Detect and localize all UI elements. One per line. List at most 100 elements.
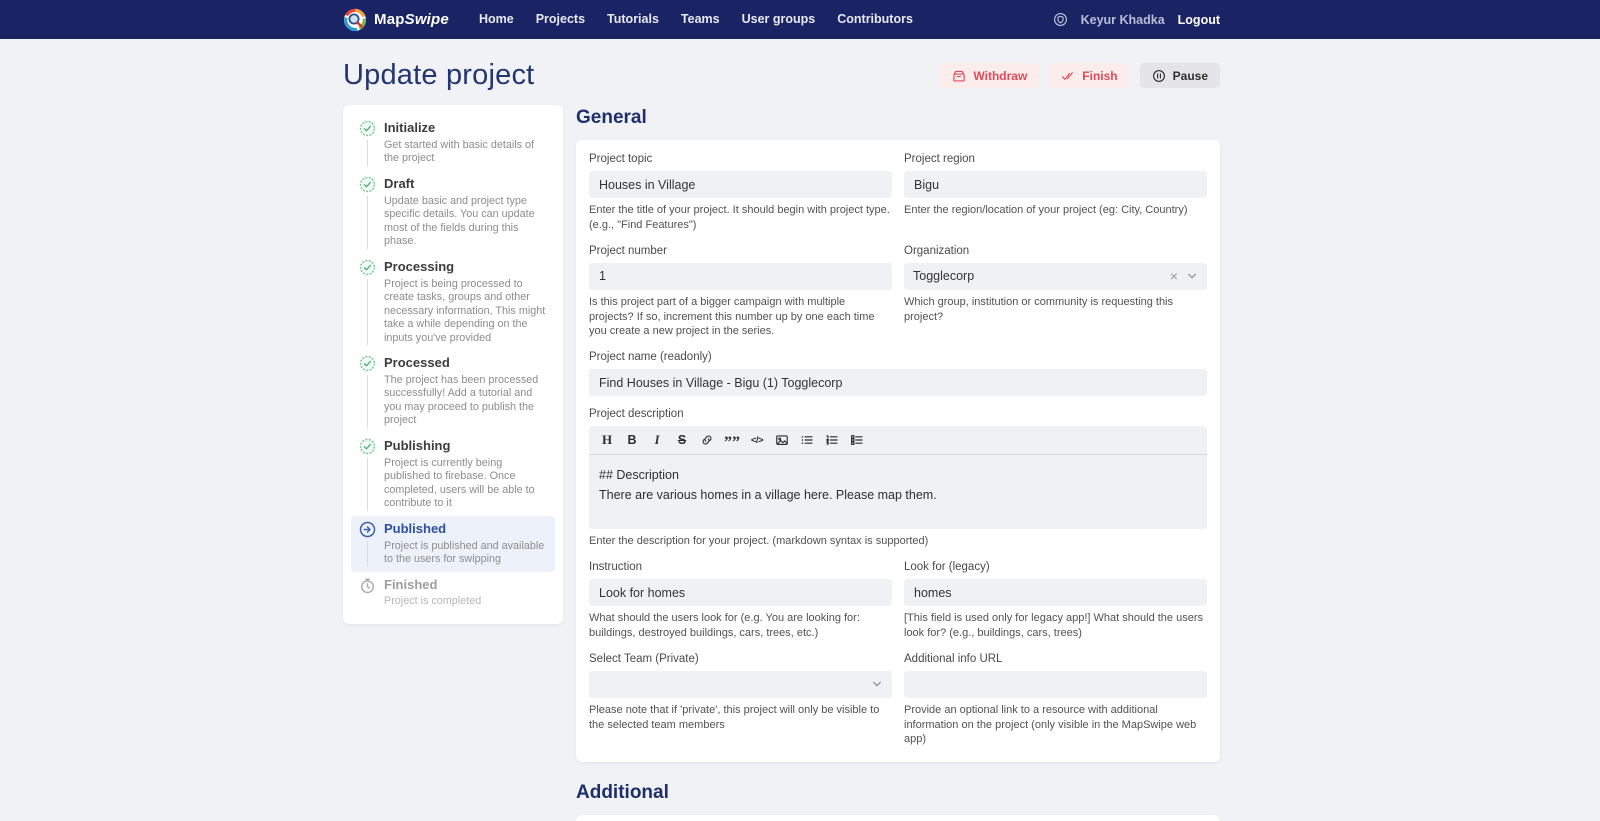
ordered-list-icon[interactable] — [821, 431, 843, 449]
withdraw-button[interactable]: Withdraw — [940, 63, 1040, 88]
markdown-content[interactable]: ## Description There are various homes i… — [589, 455, 1207, 529]
pause-button-label: Pause — [1172, 68, 1208, 83]
step-description: The project has been processed successfu… — [384, 373, 539, 427]
image-icon[interactable] — [771, 431, 793, 449]
logout-link[interactable]: Logout — [1178, 13, 1220, 27]
heading-icon[interactable]: H — [596, 431, 618, 449]
bold-icon[interactable]: B — [621, 431, 643, 449]
project-region-help: Enter the region/location of your projec… — [904, 204, 1188, 216]
chevron-down-icon[interactable] — [871, 678, 883, 690]
instruction-help: What should the users look for (e.g. You… — [589, 612, 860, 639]
unordered-list-icon[interactable] — [796, 431, 818, 449]
step-initialize[interactable]: Initialize Get started with basic details… — [351, 115, 555, 171]
step-icon-column — [358, 120, 376, 166]
step-description: Project is currently being published to … — [384, 456, 535, 510]
nav-item-teams[interactable]: Teams — [681, 0, 720, 39]
pause-button[interactable]: Pause — [1139, 63, 1220, 88]
step-text: Processed The project has been processed … — [384, 355, 548, 428]
step-processing[interactable]: Processing Project is being processed to … — [351, 254, 555, 350]
step-description: Project is completed — [384, 595, 482, 608]
nav-item-home[interactable]: Home — [479, 0, 514, 39]
select-team-select[interactable] — [589, 670, 892, 698]
project-topic-field: Project topic Enter the title of your pr… — [589, 153, 892, 233]
strikethrough-icon[interactable]: S — [671, 431, 693, 449]
project-description-field: Project description H B I S ”” </> ## Descrip… — [589, 408, 1207, 549]
step-icon-column — [358, 521, 376, 567]
seal-check-icon — [359, 120, 375, 137]
page-title: Update project — [343, 59, 535, 91]
organization-help: Which group, institution or community is… — [904, 295, 1174, 323]
seal-check-icon — [359, 355, 375, 372]
step-text: Publishing Project is currently being pub… — [384, 438, 548, 511]
additional-info-url-input[interactable] — [904, 670, 1207, 698]
instruction-label: Instruction — [589, 561, 643, 574]
step-description: Project is published and available to th… — [384, 539, 545, 566]
nav-item-user-groups[interactable]: User groups — [742, 0, 816, 39]
step-title: Draft — [384, 175, 415, 191]
finish-button[interactable]: Finish — [1049, 63, 1130, 88]
link-icon[interactable] — [696, 431, 718, 449]
step-title: Published — [384, 520, 447, 536]
nav-item-contributors[interactable]: Contributors — [837, 0, 913, 39]
step-processed[interactable]: Processed The project has been processed … — [351, 350, 555, 433]
nav-item-tutorials[interactable]: Tutorials — [607, 0, 659, 39]
step-published[interactable]: Published Project is published and availa… — [351, 515, 555, 572]
finish-button-label: Finish — [1082, 68, 1118, 83]
step-text: Initialize Get started with basic details… — [384, 120, 548, 166]
project-topic-label: Project topic — [589, 153, 653, 165]
project-region-input[interactable] — [904, 171, 1207, 198]
step-text: Finished Project is completed — [384, 577, 481, 609]
select-team-field: Select Team (Private) Please note that i… — [589, 653, 892, 748]
header-actions: Withdraw Finish Pause — [940, 63, 1220, 88]
archive-icon — [953, 70, 966, 82]
link-icon — [702, 435, 712, 445]
task-list-icon[interactable] — [846, 431, 868, 449]
project-topic-input[interactable] — [589, 171, 892, 198]
code-icon[interactable]: </> — [746, 431, 768, 449]
step-text: Published Project is published and availa… — [384, 521, 548, 567]
step-description: Project is being processed to create tas… — [384, 277, 546, 344]
unordered-list-icon — [801, 436, 813, 445]
nav-links: Home Projects Tutorials Teams User groups Con… — [479, 0, 913, 39]
seal-check-icon — [359, 259, 375, 275]
clear-icon[interactable]: × — [1170, 269, 1178, 283]
blockquote-icon[interactable]: ”” — [721, 431, 743, 451]
step-text: Processing Project is being processed to … — [384, 259, 548, 345]
step-finished[interactable]: Finished Project is completed — [351, 572, 555, 614]
chevron-down-icon[interactable] — [1186, 270, 1198, 282]
organization-select[interactable]: Togglecorp × — [904, 262, 1207, 290]
withdraw-button-label: Withdraw — [973, 68, 1028, 83]
project-number-help: Is this project part of a bigger campaig… — [589, 295, 875, 338]
project-description-help: Enter the description for your project. … — [589, 535, 929, 548]
organization-field: Organization Togglecorp × Which group, i… — [904, 245, 1207, 340]
project-region-label: Project region — [904, 153, 975, 165]
additional-info-url-help: Provide an optional link to a resource w… — [904, 703, 1197, 746]
mapswipe-logo[interactable]: MapSwipe — [343, 8, 449, 32]
step-draft[interactable]: Draft Update basic and project type speci… — [351, 171, 555, 254]
instruction-input[interactable] — [589, 579, 892, 607]
ordered-list-icon — [826, 435, 838, 445]
mapswipe-logo-icon — [344, 8, 366, 31]
organization-value: Togglecorp — [913, 269, 975, 284]
nav-right: Keyur Khadka Logout — [1053, 12, 1220, 27]
seal-check-icon — [359, 438, 375, 455]
general-card: Project topic Enter the title of your pr… — [576, 140, 1220, 763]
step-connector — [366, 195, 368, 249]
step-publishing[interactable]: Publishing Project is currently being pub… — [351, 433, 555, 516]
look-for-help: [This field is used only for legacy app!… — [904, 612, 1203, 639]
italic-icon[interactable]: I — [646, 431, 668, 449]
step-title: Finished — [384, 576, 438, 592]
description-line: There are various homes in a village her… — [599, 488, 937, 503]
look-for-label: Look for (legacy) — [904, 561, 990, 574]
look-for-input[interactable] — [904, 579, 1207, 607]
admin-badge-icon — [1053, 13, 1067, 26]
project-description-label: Project description — [589, 408, 684, 421]
project-name-input[interactable] — [589, 369, 1207, 397]
project-region-field: Project region Enter the region/location… — [904, 153, 1207, 233]
nav-item-projects[interactable]: Projects — [536, 0, 585, 39]
project-number-input[interactable] — [589, 262, 892, 290]
project-number-field: Project number Is this project part of a… — [589, 245, 892, 340]
project-status-stepper: Initialize Get started with basic details… — [343, 105, 563, 624]
step-icon-column — [358, 355, 376, 428]
step-connector — [366, 140, 368, 166]
